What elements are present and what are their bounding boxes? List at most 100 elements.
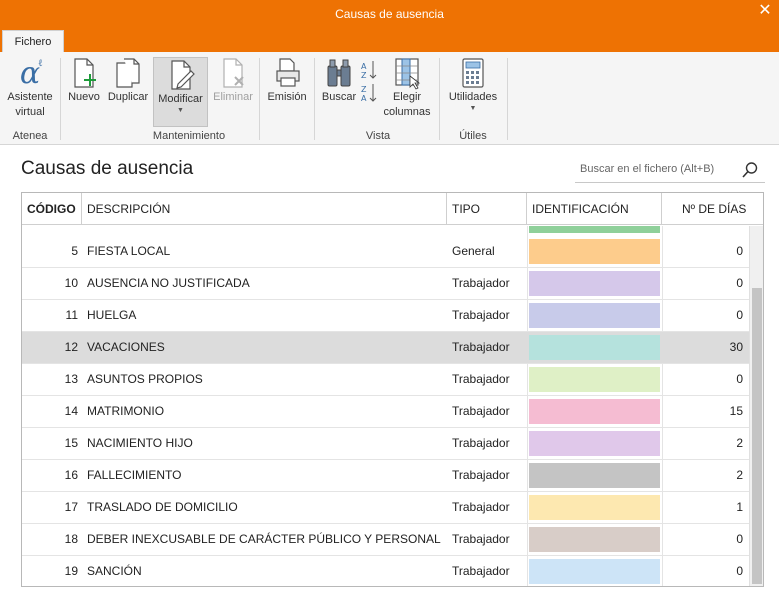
nuevo-button[interactable]: Nuevo (66, 56, 102, 105)
duplicar-label: Duplicar (107, 91, 149, 103)
column-header-dias[interactable]: Nº DE DÍAS (662, 193, 763, 225)
table-row[interactable]: 18 DEBER INEXCUSABLE DE CARÁCTER PÚBLICO … (22, 524, 749, 556)
table-row[interactable]: 14 MATRIMONIO Trabajador 15 (22, 396, 749, 428)
sort-button[interactable]: A Z Z A (359, 56, 379, 107)
utilidades-label: Utilidades (448, 91, 498, 103)
ribbon-separator (507, 58, 508, 140)
table-row[interactable]: 11 HUELGA Trabajador 0 (22, 300, 749, 332)
table-row[interactable]: 16 FALLECIMIENTO Trabajador 2 (22, 460, 749, 492)
table-row[interactable]: 5 FIESTA LOCAL General 0 (22, 236, 749, 268)
cell-dias: 0 (736, 244, 743, 258)
search-input[interactable]: Buscar en el fichero (Alt+B) (575, 157, 765, 183)
asistente-label-2: virtual (15, 106, 45, 118)
svg-text:Z: Z (361, 85, 367, 94)
identification-color-swatch (529, 226, 660, 233)
column-header-descripcion[interactable]: DESCRIPCIÓN (82, 193, 447, 225)
column-header-tipo[interactable]: TIPO (447, 193, 527, 225)
identification-color-swatch (529, 463, 660, 488)
table-row[interactable]: 12 VACACIONES Trabajador 30 (22, 332, 749, 364)
cell-codigo: 17 (64, 500, 78, 514)
identification-color-swatch (529, 399, 660, 424)
scrollbar-thumb[interactable] (752, 288, 762, 584)
cell-dias: 2 (736, 468, 743, 482)
cell-tipo: Trabajador (452, 532, 510, 546)
chevron-down-icon: ▼ (177, 107, 184, 114)
modificar-button[interactable]: Modificar ▼ (153, 57, 208, 127)
table-row[interactable]: 19 SANCIÓN Trabajador 0 (22, 556, 749, 586)
title-bar: Causas de ausencia ✕ (0, 0, 779, 28)
emision-label: Emisión (267, 91, 307, 103)
asistente-label-1: Asistente (7, 91, 53, 103)
cell-tipo: Trabajador (452, 340, 510, 354)
delete-document-icon (223, 58, 244, 88)
identification-color-swatch (529, 303, 660, 328)
cell-codigo: 12 (64, 340, 78, 354)
cell-descripcion: ASUNTOS PROPIOS (87, 372, 203, 386)
elegir-label-2: columnas (383, 106, 431, 118)
columns-icon (395, 58, 421, 90)
cell-descripcion: HUELGA (87, 308, 137, 322)
table-row[interactable]: 13 ASUNTOS PROPIOS Trabajador 0 (22, 364, 749, 396)
cell-dias: 0 (736, 372, 743, 386)
modificar-label: Modificar (158, 93, 203, 105)
vertical-scrollbar[interactable] (749, 226, 763, 586)
ribbon: α ℓ Asistente virtual Atenea Nuevo Dupli… (0, 52, 779, 145)
ribbon-tab-strip: Fichero (0, 28, 779, 52)
svg-text:ℓ: ℓ (38, 58, 43, 69)
eliminar-label: Eliminar (213, 91, 253, 103)
cell-descripcion: AUSENCIA NO JUSTIFICADA (87, 276, 250, 290)
page-title: Causas de ausencia (21, 158, 194, 179)
close-icon[interactable]: ✕ (757, 3, 773, 19)
utilidades-button[interactable]: Utilidades ▼ (444, 56, 502, 113)
cell-dias: 0 (736, 276, 743, 290)
cell-descripcion: FIESTA LOCAL (87, 244, 171, 258)
ribbon-separator (314, 58, 315, 140)
column-header-identificacion[interactable]: IDENTIFICACIÓN (527, 193, 662, 225)
duplicar-button[interactable]: Duplicar (104, 56, 152, 105)
tab-fichero[interactable]: Fichero (2, 30, 64, 52)
chevron-down-icon: ▼ (469, 105, 477, 112)
column-header-codigo[interactable]: CÓDIGO (22, 193, 82, 225)
elegir-columnas-button[interactable]: Elegir columnas (380, 56, 434, 120)
cell-descripcion: VACACIONES (87, 340, 165, 354)
table-row[interactable]: 10 AUSENCIA NO JUSTIFICADA Trabajador 0 (22, 268, 749, 300)
search-icon[interactable] (741, 161, 759, 179)
cell-tipo: Trabajador (452, 308, 510, 322)
cell-codigo: 14 (64, 404, 78, 418)
group-label-atenea: Atenea (12, 130, 48, 142)
emision-button[interactable]: Emisión (264, 56, 310, 105)
table-row[interactable]: 17 TRASLADO DE DOMICILIO Trabajador 1 (22, 492, 749, 524)
buscar-button[interactable]: Buscar (319, 56, 359, 105)
alpha-icon: α ℓ (20, 56, 43, 90)
cell-dias: 2 (736, 436, 743, 450)
cell-codigo: 16 (64, 468, 78, 482)
eliminar-button[interactable]: Eliminar (210, 56, 256, 105)
cell-tipo: Trabajador (452, 276, 510, 290)
cell-tipo: General (452, 244, 495, 258)
cell-dias: 15 (729, 404, 743, 418)
identification-color-swatch (529, 271, 660, 296)
identification-color-swatch (529, 335, 660, 360)
identification-color-swatch (529, 559, 660, 584)
window-title: Causas de ausencia (335, 7, 444, 21)
duplicate-icon (116, 58, 140, 88)
identification-color-swatch (529, 495, 660, 520)
grid-header: CÓDIGO DESCRIPCIÓN TIPO IDENTIFICACIÓN N… (22, 193, 763, 225)
data-grid: CÓDIGO DESCRIPCIÓN TIPO IDENTIFICACIÓN N… (21, 192, 764, 587)
cell-descripcion: DEBER INEXCUSABLE DE CARÁCTER PÚBLICO Y … (87, 532, 441, 546)
asistente-virtual-button[interactable]: α ℓ Asistente virtual (4, 56, 56, 120)
cell-descripcion: FALLECIMIENTO (87, 468, 182, 482)
cell-codigo: 10 (64, 276, 78, 290)
identification-color-swatch (529, 431, 660, 456)
ribbon-separator (439, 58, 440, 140)
search-placeholder: Buscar en el fichero (Alt+B) (580, 163, 715, 175)
group-label-utiles: Útiles (459, 130, 487, 142)
cell-dias: 0 (736, 532, 743, 546)
cell-codigo: 13 (64, 372, 78, 386)
table-row[interactable]: 15 NACIMIENTO HIJO Trabajador 2 (22, 428, 749, 460)
cell-tipo: Trabajador (452, 564, 510, 578)
group-label-mantenimiento: Mantenimiento (152, 130, 226, 142)
new-document-icon (74, 58, 96, 88)
cell-descripcion: NACIMIENTO HIJO (87, 436, 193, 450)
elegir-label-1: Elegir (392, 91, 422, 103)
